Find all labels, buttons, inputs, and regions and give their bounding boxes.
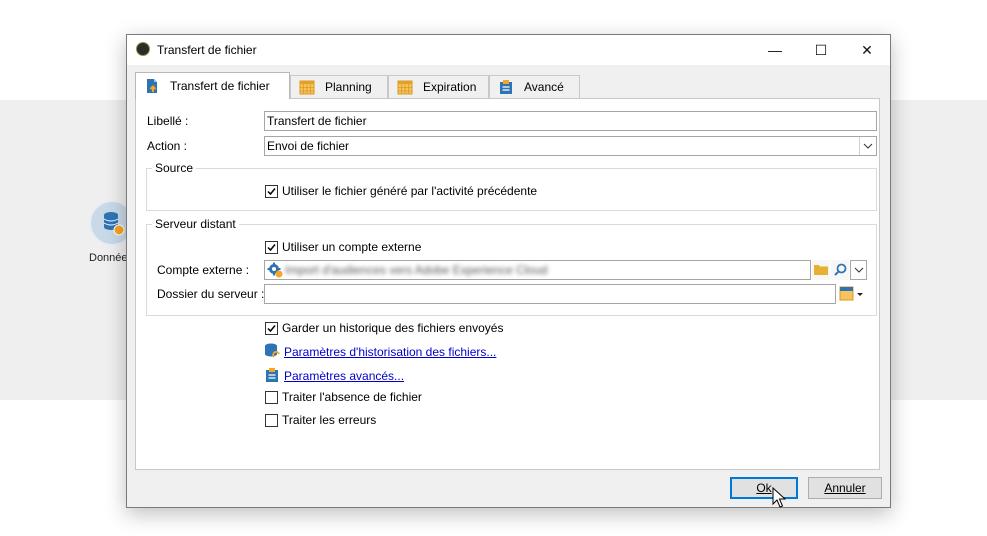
app-icon — [136, 42, 150, 56]
mouse-cursor-icon — [772, 487, 786, 508]
external-account-dropdown[interactable] — [850, 260, 867, 280]
dialog-title: Transfert de fichier — [157, 43, 257, 57]
action-select[interactable]: Envoi de fichier — [264, 136, 877, 156]
external-account-input[interactable]: Import d'audiences vers Adobe Experience… — [264, 260, 811, 280]
folder-icon — [814, 265, 828, 275]
gear-icon — [267, 262, 283, 278]
close-icon: ✕ — [861, 41, 873, 58]
tab-label: Planning — [325, 80, 372, 94]
errors-checkbox[interactable] — [265, 414, 278, 427]
checkmark-icon — [267, 325, 276, 333]
clipboard-icon — [500, 80, 512, 94]
action-select-value: Envoi de fichier — [267, 139, 350, 153]
history-params-link[interactable]: Paramètres d'historisation des fichiers.… — [284, 345, 496, 359]
source-checkbox-label: Utiliser le fichier généré par l'activit… — [282, 184, 538, 198]
database-icon — [103, 212, 125, 236]
checkmark-icon — [267, 244, 276, 252]
source-group-title: Source — [152, 161, 197, 175]
chevron-down-icon[interactable] — [859, 137, 876, 155]
missing-file-checkbox[interactable] — [265, 391, 278, 404]
source-checkbox[interactable] — [265, 185, 278, 198]
database-history-icon — [265, 343, 280, 358]
label-action: Action : — [147, 139, 188, 153]
missing-file-checkbox-label: Traiter l'absence de fichier — [282, 390, 422, 404]
close-button[interactable]: ✕ — [844, 35, 890, 65]
tab-label: Transfert de fichier — [170, 79, 270, 93]
file-transfer-dialog: Transfert de fichier — ☐ ✕ Transfert de … — [126, 34, 891, 508]
expression-editor-button[interactable] — [839, 285, 867, 303]
tab-label: Expiration — [423, 80, 477, 94]
external-account-value: Import d'audiences vers Adobe Experience… — [285, 263, 548, 277]
history-checkbox[interactable] — [265, 322, 278, 335]
remote-server-group-title: Serveur distant — [152, 217, 239, 231]
tab-advanced[interactable]: Avancé — [489, 75, 580, 98]
calendar-icon — [397, 80, 413, 95]
ok-button[interactable]: Ok — [730, 477, 798, 499]
clipboard-icon — [266, 368, 278, 382]
workflow-node-label: Donnée — [89, 252, 128, 264]
errors-checkbox-label: Traiter les erreurs — [282, 413, 377, 427]
tab-planning[interactable]: Planning — [290, 75, 388, 98]
label-server-folder: Dossier du serveur : — [157, 287, 265, 301]
label-external-account: Compte externe : — [157, 263, 250, 277]
maximize-icon: ☐ — [814, 41, 828, 58]
search-icon — [834, 263, 847, 276]
history-checkbox-label: Garder un historique des fichiers envoyé… — [282, 321, 504, 335]
search-button[interactable] — [831, 260, 849, 280]
calendar-icon — [299, 80, 315, 95]
minimize-icon: — — [768, 42, 782, 58]
advanced-params-link[interactable]: Paramètres avancés... — [284, 369, 404, 383]
server-folder-input[interactable] — [264, 284, 836, 304]
file-transfer-icon — [147, 79, 157, 93]
tab-file-transfer[interactable]: Transfert de fichier — [135, 72, 290, 99]
tab-panel: Libellé : Transfert de fichier Action : … — [135, 98, 880, 470]
minimize-button[interactable]: — — [752, 35, 798, 65]
cancel-button[interactable]: Annuler — [808, 477, 882, 499]
expression-icon — [839, 286, 863, 301]
external-account-checkbox-label: Utiliser un compte externe — [282, 240, 422, 254]
title-bar[interactable]: Transfert de fichier — ☐ ✕ — [127, 35, 890, 65]
chevron-down-icon — [854, 267, 864, 273]
checkmark-icon — [267, 188, 276, 196]
tab-expiration[interactable]: Expiration — [388, 75, 489, 98]
folder-button[interactable] — [812, 260, 830, 280]
libelle-input[interactable]: Transfert de fichier — [264, 111, 877, 131]
label-libelle: Libellé : — [147, 114, 189, 128]
tab-label: Avancé — [524, 80, 564, 94]
external-account-checkbox[interactable] — [265, 241, 278, 254]
maximize-button[interactable]: ☐ — [798, 35, 844, 65]
